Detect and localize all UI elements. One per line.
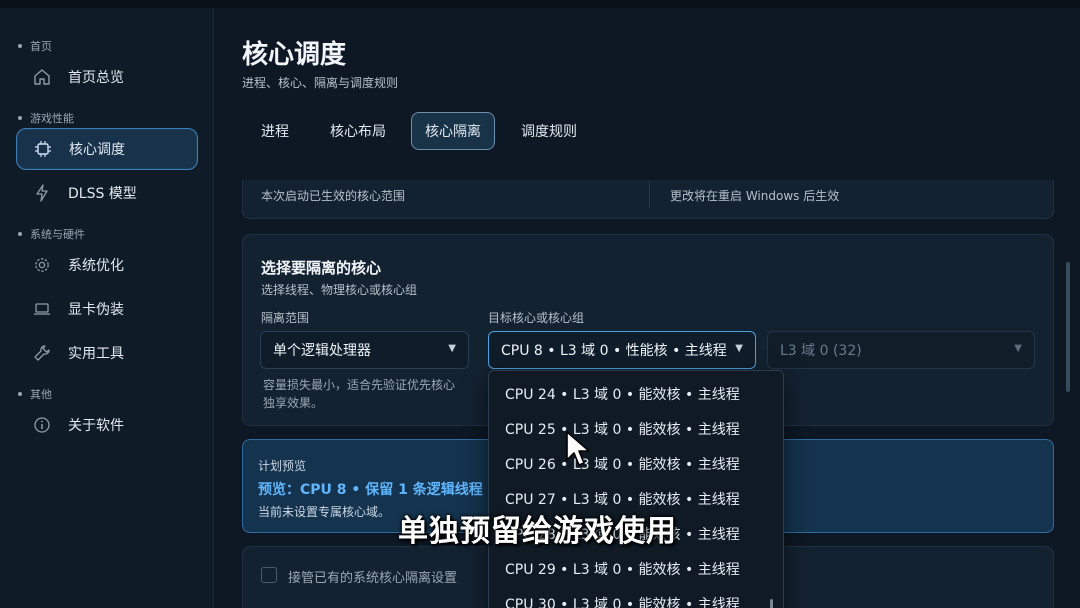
video-caption: 单独预留给游戏使用 bbox=[398, 514, 677, 549]
target-label: 目标核心或核心组 bbox=[488, 311, 585, 325]
domain-select-value: L3 域 0 (32) bbox=[780, 343, 862, 359]
scope-hint-2: 独享效果。 bbox=[263, 396, 324, 410]
sidebar-item-label: DLSS 模型 bbox=[68, 186, 137, 202]
info-icon bbox=[30, 413, 54, 437]
wrench-icon bbox=[30, 341, 54, 365]
home-icon bbox=[30, 65, 54, 89]
sidebar-item-label: 核心调度 bbox=[69, 142, 125, 158]
dropdown-scrollbar[interactable] bbox=[770, 599, 773, 608]
content-top-mask bbox=[214, 150, 1080, 180]
sidebar-item-core-scheduling[interactable]: 核心调度 bbox=[16, 128, 198, 170]
scope-select[interactable]: 单个逻辑处理器 ▼ bbox=[260, 331, 469, 369]
sidebar-item-label: 关于软件 bbox=[68, 418, 124, 434]
sidebar-item-utilities[interactable]: 实用工具 bbox=[16, 332, 198, 374]
divider bbox=[649, 180, 650, 208]
sidebar-item-label: 首页总览 bbox=[68, 70, 124, 86]
sidebar-section-game-performance: 游戏性能 bbox=[18, 110, 74, 126]
chevron-down-icon: ▼ bbox=[1014, 343, 1022, 354]
laptop-icon bbox=[30, 297, 54, 321]
takeover-label: 接管已有的系统核心隔离设置 bbox=[288, 571, 458, 586]
dropdown-option[interactable]: CPU 26 • L3 域 0 • 能效核 • 主线程 bbox=[505, 454, 740, 474]
lightning-icon bbox=[30, 181, 54, 205]
dropdown-option[interactable]: CPU 24 • L3 域 0 • 能效核 • 主线程 bbox=[505, 384, 740, 404]
sidebar-item-label: 实用工具 bbox=[68, 346, 124, 362]
window-top-strip bbox=[0, 0, 1080, 8]
isolation-title: 选择要隔离的核心 bbox=[261, 259, 382, 277]
isolation-subtitle: 选择线程、物理核心或核心组 bbox=[261, 283, 418, 297]
sidebar-item-system-optimization[interactable]: 系统优化 bbox=[16, 244, 198, 286]
domain-select: L3 域 0 (32) ▼ bbox=[767, 331, 1035, 369]
chevron-down-icon: ▼ bbox=[448, 343, 456, 354]
dropdown-option[interactable]: CPU 29 • L3 域 0 • 能效核 • 主线程 bbox=[505, 559, 740, 579]
status-left-text: 本次启动已生效的核心范围 bbox=[261, 189, 406, 203]
sidebar-item-dlss-model[interactable]: DLSS 模型 bbox=[16, 172, 198, 214]
sidebar-item-about[interactable]: 关于软件 bbox=[16, 404, 198, 446]
target-core-select-value: CPU 8 • L3 域 0 • 性能核 • 主线程 bbox=[501, 343, 727, 359]
takeover-checkbox[interactable] bbox=[261, 567, 277, 583]
sidebar: 首页 首页总览 游戏性能 核心调度 DLSS 模型 系统与硬件 系统优化 显卡伪… bbox=[0, 8, 214, 608]
target-core-dropdown: CPU 24 • L3 域 0 • 能效核 • 主线程 CPU 25 • L3 … bbox=[488, 370, 784, 608]
page-subtitle: 进程、核心、隔离与调度规则 bbox=[242, 76, 399, 90]
chevron-down-icon: ▼ bbox=[735, 343, 743, 354]
tab-processes[interactable]: 进程 bbox=[248, 112, 302, 150]
preview-note: 当前未设置专属核心域。 bbox=[258, 505, 391, 519]
sidebar-item-overview[interactable]: 首页总览 bbox=[16, 56, 198, 98]
scope-hint: 容量损失最小，适合先验证优先核心 bbox=[263, 378, 456, 392]
sidebar-section-system-hardware: 系统与硬件 bbox=[18, 226, 85, 242]
scope-label: 隔离范围 bbox=[261, 311, 310, 325]
status-right-text: 更改将在重启 Windows 后生效 bbox=[670, 189, 840, 203]
target-core-select[interactable]: CPU 8 • L3 域 0 • 性能核 • 主线程 ▼ bbox=[488, 331, 756, 369]
tab-core-isolation[interactable]: 核心隔离 bbox=[411, 112, 495, 150]
gear-icon bbox=[30, 253, 54, 277]
tab-scheduling-rules[interactable]: 调度规则 bbox=[511, 112, 587, 150]
dropdown-option[interactable]: CPU 30 • L3 域 0 • 能效核 • 主线程 bbox=[505, 594, 740, 608]
sidebar-item-label: 系统优化 bbox=[68, 258, 124, 274]
sidebar-section-home: 首页 bbox=[18, 38, 52, 54]
sidebar-item-label: 显卡伪装 bbox=[68, 302, 124, 318]
tab-core-layout[interactable]: 核心布局 bbox=[320, 112, 396, 150]
main-scrollbar[interactable] bbox=[1066, 262, 1070, 392]
scope-select-value: 单个逻辑处理器 bbox=[273, 343, 371, 359]
sidebar-section-other: 其他 bbox=[18, 386, 52, 402]
mouse-cursor-icon bbox=[565, 430, 591, 472]
dropdown-option[interactable]: CPU 25 • L3 域 0 • 能效核 • 主线程 bbox=[505, 419, 740, 439]
chip-icon bbox=[31, 137, 55, 161]
page-title: 核心调度 bbox=[242, 40, 347, 70]
sidebar-item-gpu-spoof[interactable]: 显卡伪装 bbox=[16, 288, 198, 330]
preview-label: 计划预览 bbox=[258, 459, 307, 473]
preview-text: 预览：CPU 8 • 保留 1 条逻辑线程 • bbox=[258, 482, 497, 498]
